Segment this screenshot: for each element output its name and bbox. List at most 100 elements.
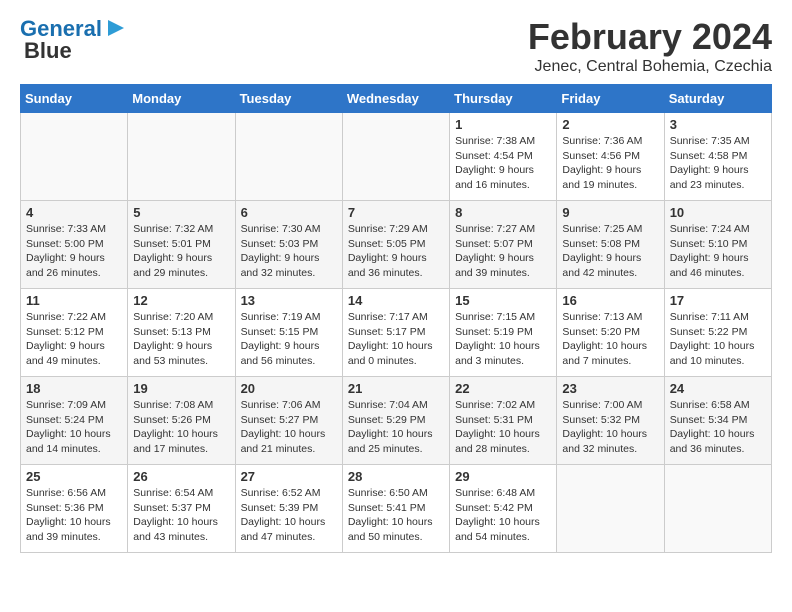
- calendar-week-row: 18 Sunrise: 7:09 AM Sunset: 5:24 PM Dayli…: [21, 377, 772, 465]
- day-number: 27: [241, 469, 337, 484]
- day-number: 1: [455, 117, 551, 132]
- table-row: 14 Sunrise: 7:17 AM Sunset: 5:17 PM Dayli…: [342, 289, 449, 377]
- table-row: 29 Sunrise: 6:48 AM Sunset: 5:42 PM Dayli…: [450, 465, 557, 553]
- day-info: Sunrise: 7:32 AM Sunset: 5:01 PM Dayligh…: [133, 222, 229, 281]
- day-number: 29: [455, 469, 551, 484]
- page: General Blue February 2024 Jenec, Centra…: [0, 0, 792, 563]
- table-row: 2 Sunrise: 7:36 AM Sunset: 4:56 PM Daylig…: [557, 113, 664, 201]
- table-row: 20Sunrise: 7:06 AM Sunset: 5:27 PM Dayli…: [235, 377, 342, 465]
- day-info: Sunrise: 7:00 AM Sunset: 5:32 PM Dayligh…: [562, 398, 658, 457]
- table-row: [342, 113, 449, 201]
- table-row: 4 Sunrise: 7:33 AM Sunset: 5:00 PM Daylig…: [21, 201, 128, 289]
- day-number: 24: [670, 381, 766, 396]
- location-subtitle: Jenec, Central Bohemia, Czechia: [528, 58, 772, 76]
- header-saturday: Saturday: [664, 85, 771, 113]
- header-monday: Monday: [128, 85, 235, 113]
- day-number: 26: [133, 469, 229, 484]
- day-number: 6: [241, 205, 337, 220]
- table-row: [664, 465, 771, 553]
- day-number: 11: [26, 293, 122, 308]
- day-info: Sunrise: 7:15 AM Sunset: 5:19 PM Dayligh…: [455, 310, 551, 369]
- header-wednesday: Wednesday: [342, 85, 449, 113]
- calendar-table: Sunday Monday Tuesday Wednesday Thursday…: [20, 84, 772, 553]
- day-number: 14: [348, 293, 444, 308]
- table-row: 25 Sunrise: 6:56 AM Sunset: 5:36 PM Dayli…: [21, 465, 128, 553]
- table-row: 13Sunrise: 7:19 AM Sunset: 5:15 PM Dayli…: [235, 289, 342, 377]
- day-info: Sunrise: 7:02 AM Sunset: 5:31 PM Dayligh…: [455, 398, 551, 457]
- day-info: Sunrise: 6:54 AM Sunset: 5:37 PM Dayligh…: [133, 486, 229, 545]
- header: General Blue February 2024 Jenec, Centra…: [20, 16, 772, 76]
- day-number: 25: [26, 469, 122, 484]
- day-info: Sunrise: 7:11 AM Sunset: 5:22 PM Dayligh…: [670, 310, 766, 369]
- table-row: 17 Sunrise: 7:11 AM Sunset: 5:22 PM Dayli…: [664, 289, 771, 377]
- table-row: 18 Sunrise: 7:09 AM Sunset: 5:24 PM Dayli…: [21, 377, 128, 465]
- day-number: 15: [455, 293, 551, 308]
- day-number: 12: [133, 293, 229, 308]
- day-number: 9: [562, 205, 658, 220]
- calendar-header: Sunday Monday Tuesday Wednesday Thursday…: [21, 85, 772, 113]
- day-info: Sunrise: 7:13 AM Sunset: 5:20 PM Dayligh…: [562, 310, 658, 369]
- day-number: 17: [670, 293, 766, 308]
- table-row: 12Sunrise: 7:20 AM Sunset: 5:13 PM Dayli…: [128, 289, 235, 377]
- day-info: Sunrise: 7:29 AM Sunset: 5:05 PM Dayligh…: [348, 222, 444, 281]
- day-number: 10: [670, 205, 766, 220]
- table-row: [128, 113, 235, 201]
- table-row: 15 Sunrise: 7:15 AM Sunset: 5:19 PM Dayli…: [450, 289, 557, 377]
- table-row: 1 Sunrise: 7:38 AM Sunset: 4:54 PM Daylig…: [450, 113, 557, 201]
- table-row: 10 Sunrise: 7:24 AM Sunset: 5:10 PM Dayli…: [664, 201, 771, 289]
- calendar-week-row: 1 Sunrise: 7:38 AM Sunset: 4:54 PM Daylig…: [21, 113, 772, 201]
- day-info: Sunrise: 6:56 AM Sunset: 5:36 PM Dayligh…: [26, 486, 122, 545]
- day-number: 19: [133, 381, 229, 396]
- day-number: 21: [348, 381, 444, 396]
- day-info: Sunrise: 6:50 AM Sunset: 5:41 PM Dayligh…: [348, 486, 444, 545]
- table-row: [235, 113, 342, 201]
- table-row: 23Sunrise: 7:00 AM Sunset: 5:32 PM Dayli…: [557, 377, 664, 465]
- day-info: Sunrise: 7:17 AM Sunset: 5:17 PM Dayligh…: [348, 310, 444, 369]
- day-info: Sunrise: 7:30 AM Sunset: 5:03 PM Dayligh…: [241, 222, 337, 281]
- day-number: 3: [670, 117, 766, 132]
- day-info: Sunrise: 7:33 AM Sunset: 5:00 PM Dayligh…: [26, 222, 122, 281]
- table-row: 19 Sunrise: 7:08 AM Sunset: 5:26 PM Dayli…: [128, 377, 235, 465]
- day-number: 28: [348, 469, 444, 484]
- table-row: 22Sunrise: 7:02 AM Sunset: 5:31 PM Dayli…: [450, 377, 557, 465]
- day-info: Sunrise: 7:36 AM Sunset: 4:56 PM Dayligh…: [562, 134, 658, 193]
- day-info: Sunrise: 6:52 AM Sunset: 5:39 PM Dayligh…: [241, 486, 337, 545]
- table-row: 5 Sunrise: 7:32 AM Sunset: 5:01 PM Daylig…: [128, 201, 235, 289]
- logo: General Blue: [20, 16, 128, 64]
- day-info: Sunrise: 7:38 AM Sunset: 4:54 PM Dayligh…: [455, 134, 551, 193]
- table-row: 16 Sunrise: 7:13 AM Sunset: 5:20 PM Dayli…: [557, 289, 664, 377]
- table-row: 7Sunrise: 7:29 AM Sunset: 5:05 PM Daylig…: [342, 201, 449, 289]
- calendar-body: 1 Sunrise: 7:38 AM Sunset: 4:54 PM Daylig…: [21, 113, 772, 553]
- day-number: 13: [241, 293, 337, 308]
- table-row: 28 Sunrise: 6:50 AM Sunset: 5:41 PM Dayli…: [342, 465, 449, 553]
- table-row: 11 Sunrise: 7:22 AM Sunset: 5:12 PM Dayli…: [21, 289, 128, 377]
- logo-block: General Blue: [20, 16, 128, 64]
- day-info: Sunrise: 7:04 AM Sunset: 5:29 PM Dayligh…: [348, 398, 444, 457]
- logo-icon: [104, 16, 128, 40]
- day-info: Sunrise: 7:24 AM Sunset: 5:10 PM Dayligh…: [670, 222, 766, 281]
- day-number: 16: [562, 293, 658, 308]
- day-number: 5: [133, 205, 229, 220]
- day-number: 2: [562, 117, 658, 132]
- day-info: Sunrise: 7:22 AM Sunset: 5:12 PM Dayligh…: [26, 310, 122, 369]
- day-info: Sunrise: 7:09 AM Sunset: 5:24 PM Dayligh…: [26, 398, 122, 457]
- calendar-week-row: 25 Sunrise: 6:56 AM Sunset: 5:36 PM Dayli…: [21, 465, 772, 553]
- table-row: [557, 465, 664, 553]
- table-row: 24Sunrise: 6:58 AM Sunset: 5:34 PM Dayli…: [664, 377, 771, 465]
- day-number: 18: [26, 381, 122, 396]
- title-block: February 2024 Jenec, Central Bohemia, Cz…: [528, 16, 772, 76]
- table-row: 21 Sunrise: 7:04 AM Sunset: 5:29 PM Dayli…: [342, 377, 449, 465]
- header-thursday: Thursday: [450, 85, 557, 113]
- month-year-title: February 2024: [528, 16, 772, 58]
- day-info: Sunrise: 7:08 AM Sunset: 5:26 PM Dayligh…: [133, 398, 229, 457]
- day-info: Sunrise: 7:35 AM Sunset: 4:58 PM Dayligh…: [670, 134, 766, 193]
- day-number: 4: [26, 205, 122, 220]
- day-info: Sunrise: 6:48 AM Sunset: 5:42 PM Dayligh…: [455, 486, 551, 545]
- header-sunday: Sunday: [21, 85, 128, 113]
- day-info: Sunrise: 7:27 AM Sunset: 5:07 PM Dayligh…: [455, 222, 551, 281]
- day-info: Sunrise: 7:06 AM Sunset: 5:27 PM Dayligh…: [241, 398, 337, 457]
- table-row: [21, 113, 128, 201]
- header-tuesday: Tuesday: [235, 85, 342, 113]
- day-info: Sunrise: 7:25 AM Sunset: 5:08 PM Dayligh…: [562, 222, 658, 281]
- header-friday: Friday: [557, 85, 664, 113]
